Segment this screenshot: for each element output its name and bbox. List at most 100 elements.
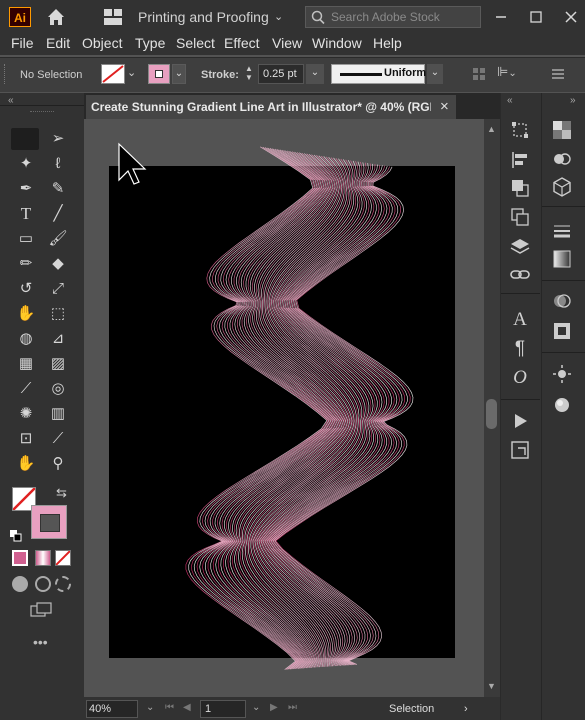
artboard-tool-icon[interactable]: ⊡: [16, 429, 36, 449]
pathfinder-panel-icon[interactable]: [509, 177, 531, 199]
stroke-swatch[interactable]: [31, 505, 67, 539]
export-panel-icon[interactable]: [509, 439, 531, 461]
expand-panel-icon[interactable]: »: [570, 95, 576, 106]
hand-tool-icon[interactable]: ✋: [16, 454, 36, 474]
stroke-weight-stepper[interactable]: ▲ ▼: [245, 64, 257, 84]
close-document-icon[interactable]: ×: [440, 98, 449, 115]
panel-grip[interactable]: [30, 111, 54, 114]
default-colors-icon[interactable]: [10, 529, 22, 542]
chevron-down-icon[interactable]: ⌄: [172, 64, 186, 84]
paragraph-panel-icon[interactable]: ¶: [509, 338, 531, 360]
fill-color-swatch[interactable]: [101, 64, 125, 84]
artboards-panel-icon[interactable]: [509, 206, 531, 228]
blend-tool-icon[interactable]: ◎: [48, 379, 68, 399]
rectangle-tool-icon[interactable]: ▭: [16, 229, 36, 249]
type-tool-icon[interactable]: T: [16, 204, 36, 224]
menu-object[interactable]: Object: [82, 33, 122, 55]
maximize-icon[interactable]: [525, 6, 547, 28]
chevron-down-icon[interactable]: ⌄: [127, 66, 136, 79]
chevron-down-icon[interactable]: ⌄: [252, 702, 260, 713]
color-mode-icon[interactable]: [12, 550, 28, 566]
first-artboard-icon[interactable]: ⏮: [165, 702, 174, 713]
arrange-documents-icon[interactable]: [102, 7, 124, 27]
minimize-icon[interactable]: [490, 6, 512, 28]
none-mode-icon[interactable]: [55, 550, 71, 566]
chevron-down-icon[interactable]: ⌄: [306, 64, 324, 84]
paintbrush-tool-icon[interactable]: 🖌: [48, 229, 68, 249]
swap-fill-stroke-icon[interactable]: ⇆: [56, 485, 67, 501]
symbols-panel-icon[interactable]: [551, 176, 573, 198]
edit-toolbar-icon[interactable]: •••: [33, 634, 48, 650]
graphic-styles-panel-icon[interactable]: [551, 394, 573, 416]
document-tab[interactable]: Create Stunning Gradient Line Art in Ill…: [86, 95, 456, 119]
zoom-tool-icon[interactable]: ⚲: [48, 454, 68, 474]
artboard-number-field[interactable]: 1: [200, 700, 246, 718]
links-panel-icon[interactable]: [509, 264, 531, 286]
line-segment-tool-icon[interactable]: ╱: [48, 204, 68, 224]
column-graph-tool-icon[interactable]: ▥: [48, 404, 68, 424]
eraser-tool-icon[interactable]: ◆: [48, 254, 68, 274]
character-panel-icon[interactable]: A: [509, 309, 531, 331]
opentype-panel-icon[interactable]: O: [509, 367, 531, 389]
status-chevron-icon[interactable]: ›: [464, 703, 468, 715]
mesh-tool-icon[interactable]: ▦: [16, 354, 36, 374]
rotate-tool-icon[interactable]: ↺: [16, 279, 36, 299]
stroke-panel-icon[interactable]: [551, 220, 573, 242]
scroll-thumb[interactable]: [486, 399, 497, 429]
distribute-icon[interactable]: ⊫⌄: [497, 64, 527, 84]
menu-view[interactable]: View: [272, 33, 302, 55]
home-icon[interactable]: [45, 6, 67, 28]
gradient-tool-icon[interactable]: ▨: [48, 354, 68, 374]
align-icon[interactable]: [470, 65, 488, 83]
free-transform-tool-icon[interactable]: ⬚: [48, 304, 68, 324]
actions-panel-icon[interactable]: [509, 410, 531, 432]
chevron-down-icon[interactable]: ⌄: [146, 702, 154, 713]
layers-panel-icon[interactable]: [509, 236, 531, 258]
previous-artboard-icon[interactable]: ◀: [183, 702, 191, 713]
variable-width-profile[interactable]: Uniform: [331, 64, 426, 84]
gradient-panel-icon[interactable]: [551, 248, 573, 270]
transform-panel-icon[interactable]: [509, 119, 531, 141]
stroke-color-swatch[interactable]: [148, 64, 170, 84]
eyedropper-tool-icon[interactable]: ⟋: [16, 379, 36, 399]
appearance-panel-icon[interactable]: [551, 320, 573, 342]
draw-inside-icon[interactable]: [55, 576, 71, 592]
shape-builder-tool-icon[interactable]: ◍: [16, 329, 36, 349]
perspective-grid-tool-icon[interactable]: ⊿: [48, 329, 68, 349]
slice-tool-icon[interactable]: ⟋: [48, 429, 68, 449]
pencil-tool-icon[interactable]: ✏: [16, 254, 36, 274]
brushes-panel-icon[interactable]: [551, 363, 573, 385]
draw-behind-icon[interactable]: [35, 576, 51, 592]
last-artboard-icon[interactable]: ⏭: [288, 702, 297, 713]
menu-type[interactable]: Type: [135, 33, 165, 55]
gradient-mode-icon[interactable]: [35, 550, 51, 566]
search-stock-field[interactable]: Search Adobe Stock: [305, 6, 481, 28]
pen-tool-icon[interactable]: ✒: [16, 179, 36, 199]
control-bar-grip[interactable]: [4, 64, 9, 84]
menu-help[interactable]: Help: [373, 33, 402, 55]
chevron-down-icon[interactable]: ⌄: [427, 64, 443, 84]
vertical-scrollbar[interactable]: ▲ ▼: [484, 119, 500, 697]
puppet-warp-tool-icon[interactable]: ✋: [16, 304, 36, 324]
next-artboard-icon[interactable]: ▶: [270, 702, 278, 713]
screen-mode-icon[interactable]: [30, 602, 52, 618]
lasso-tool-icon[interactable]: ℓ: [48, 154, 68, 174]
scale-tool-icon[interactable]: ⤢: [48, 279, 68, 299]
align-panel-icon[interactable]: [509, 149, 531, 171]
close-window-icon[interactable]: [560, 6, 582, 28]
menu-file[interactable]: File: [11, 33, 34, 55]
symbol-sprayer-tool-icon[interactable]: ✺: [16, 404, 36, 424]
menu-effect[interactable]: Effect: [224, 33, 260, 55]
collapse-panel-icon[interactable]: «: [507, 95, 513, 106]
menu-select[interactable]: Select: [176, 33, 215, 55]
color-panel-icon[interactable]: [551, 119, 573, 141]
zoom-field[interactable]: 40%: [86, 700, 138, 718]
draw-normal-icon[interactable]: [12, 576, 28, 592]
curvature-tool-icon[interactable]: ✎: [48, 179, 68, 199]
magic-wand-tool-icon[interactable]: ✦: [16, 154, 36, 174]
panel-menu-icon[interactable]: [549, 65, 567, 83]
workspace-switcher[interactable]: Printing and Proofing ⌄: [138, 6, 298, 28]
transparency-panel-icon[interactable]: [551, 290, 573, 312]
stroke-weight-input[interactable]: 0.25 pt: [258, 64, 304, 84]
direct-selection-tool-icon[interactable]: ➢: [48, 129, 68, 149]
